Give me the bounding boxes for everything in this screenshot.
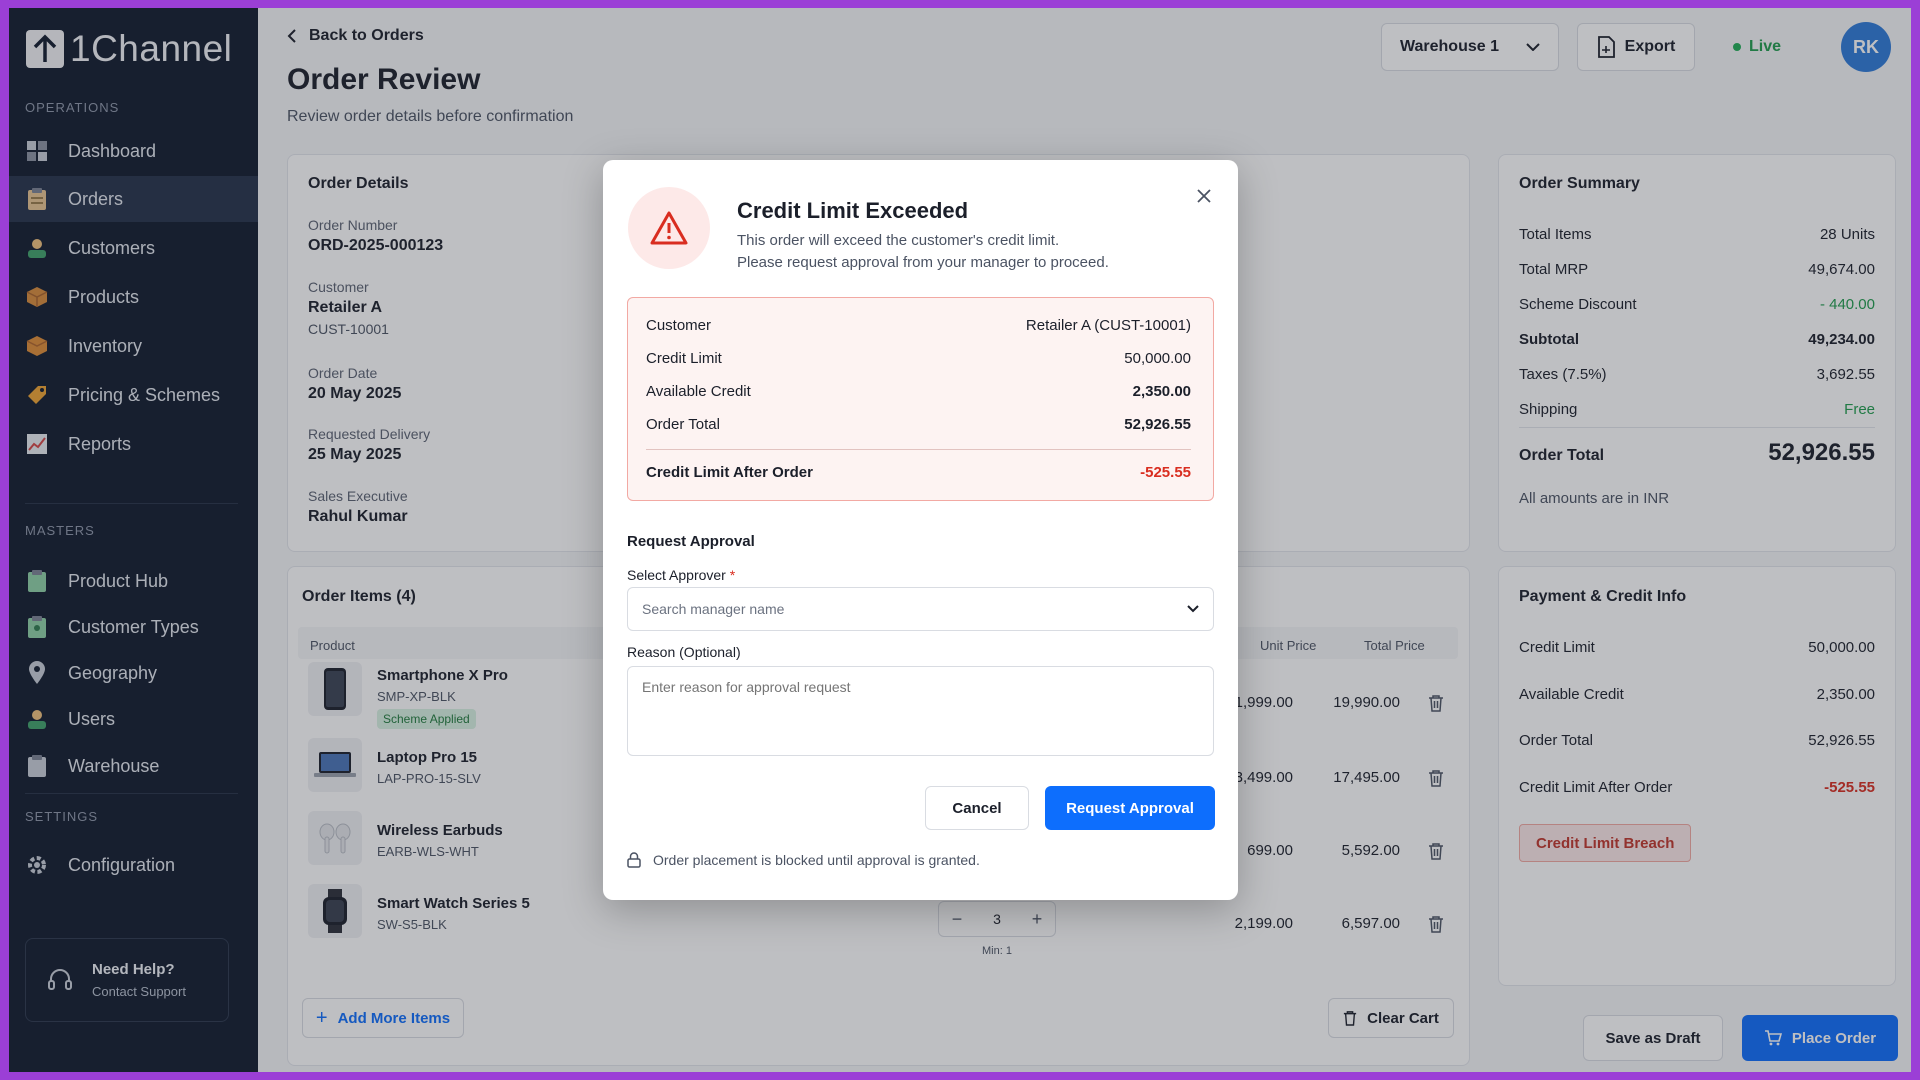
blocked-note-text: Order placement is blocked until approva… <box>653 852 980 868</box>
credit-row-order-total: Order Total 52,926.55 <box>646 416 1191 433</box>
reason-label: Reason (Optional) <box>627 644 741 660</box>
modal-title: Credit Limit Exceeded <box>737 198 969 223</box>
credit-details-box: Customer Retailer A (CUST-10001) Credit L… <box>627 297 1214 501</box>
row-label: Available Credit <box>646 383 751 400</box>
credit-row-available: Available Credit 2,350.00 <box>646 383 1191 400</box>
row-value: 52,926.55 <box>1124 416 1191 433</box>
modal-desc-line2: Please request approval from your manage… <box>737 254 1109 271</box>
request-approval-title: Request Approval <box>627 533 755 550</box>
app-window: 1Channel OPERATIONS Dashboard Orders Cus… <box>9 8 1911 1072</box>
credit-row-credit-limit: Credit Limit 50,000.00 <box>646 350 1191 367</box>
chevron-down-icon <box>1187 605 1199 613</box>
blocked-note: Order placement is blocked until approva… <box>627 852 980 868</box>
credit-row-after-order: Credit Limit After Order -525.55 <box>646 464 1191 481</box>
row-value: -525.55 <box>1140 464 1191 481</box>
row-value: Retailer A (CUST-10001) <box>1025 317 1191 334</box>
close-icon[interactable] <box>1192 184 1216 208</box>
request-approval-button[interactable]: Request Approval <box>1045 786 1215 830</box>
modal-desc-line1: This order will exceed the customer's cr… <box>737 232 1060 249</box>
credit-row-customer: Customer Retailer A (CUST-10001) <box>646 317 1191 334</box>
row-label: Customer <box>646 317 712 334</box>
approver-select[interactable]: Search manager name <box>627 587 1214 631</box>
reason-textarea[interactable] <box>627 666 1214 756</box>
cancel-button[interactable]: Cancel <box>925 786 1029 830</box>
row-value: 2,350.00 <box>1132 383 1191 400</box>
row-label: Credit Limit <box>646 350 722 367</box>
approver-label: Select Approver * <box>627 567 735 583</box>
approver-label-text: Select Approver <box>627 567 726 583</box>
row-value: 50,000.00 <box>1124 350 1191 367</box>
approver-placeholder: Search manager name <box>642 601 785 617</box>
lock-icon <box>627 852 641 868</box>
row-label: Credit Limit After Order <box>646 464 813 481</box>
row-label: Order Total <box>646 416 720 433</box>
warning-icon <box>628 187 710 269</box>
credit-limit-modal: Credit Limit Exceeded This order will ex… <box>603 160 1238 900</box>
credit-divider <box>646 449 1191 450</box>
required-marker: * <box>729 567 736 583</box>
modal-description: This order will exceed the customer's cr… <box>737 230 1109 274</box>
